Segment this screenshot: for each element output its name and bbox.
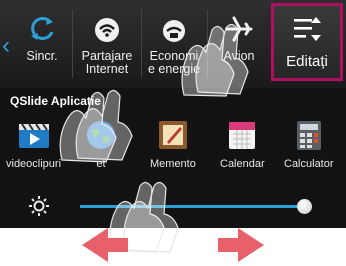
calendar-icon — [225, 118, 259, 152]
swipe-arrows-icon — [82, 228, 264, 262]
power-saver-icon — [159, 4, 189, 44]
edit-label: Editați — [286, 53, 328, 70]
airplane-mode-toggle[interactable]: Avion — [208, 4, 270, 82]
calculator-icon — [292, 118, 326, 152]
qslide-apps-row: videoclipuri et Memento Calendar Calcula… — [0, 112, 346, 186]
qslide-app-label: Calendar — [220, 158, 265, 170]
qslide-app-label: Calculator — [284, 158, 334, 170]
power-saver-label: Economi e energie — [148, 50, 200, 76]
sync-label: Sincr. — [26, 49, 58, 63]
hotspot-toggle[interactable]: Partajare Internet — [74, 4, 140, 82]
qslide-section-title: QSlide Aplicație — [10, 94, 101, 108]
qslide-app-label: Memento — [150, 158, 196, 170]
brightness-sun-icon — [28, 195, 50, 222]
wifi-hotspot-icon — [93, 4, 121, 44]
qslide-app-calculator[interactable]: Calculator — [284, 118, 334, 170]
power-saver-label-line2: e energie — [147, 62, 201, 76]
airplane-icon — [224, 4, 254, 44]
sync-icon — [27, 4, 57, 44]
brightness-slider-track[interactable] — [80, 205, 306, 208]
memo-icon — [156, 118, 190, 152]
brightness-control — [0, 190, 346, 224]
qslide-app-label: et — [96, 158, 106, 170]
notification-panel: ‹ Sincr. Partajare Internet Economi e en… — [0, 0, 346, 228]
qslide-app-video[interactable]: videoclipuri — [6, 118, 61, 170]
divider — [72, 10, 73, 78]
airplane-label: Avion — [223, 49, 255, 63]
quick-settings-row: ‹ Sincr. Partajare Internet Economi e en… — [0, 0, 346, 88]
hotspot-label: Partajare Internet — [82, 50, 133, 76]
edit-quick-settings-button[interactable]: Editați — [271, 3, 343, 81]
video-player-icon — [17, 118, 51, 152]
hotspot-label-line2: Internet — [85, 62, 129, 76]
scroll-left-chevron-icon[interactable]: ‹ — [2, 32, 10, 60]
brightness-slider-thumb[interactable] — [297, 199, 313, 214]
qslide-app-memo[interactable]: Memento — [150, 118, 196, 170]
edit-list-icon — [292, 16, 322, 47]
qslide-app-label: videoclipuri — [6, 158, 62, 170]
power-saver-toggle[interactable]: Economi e energie — [142, 4, 206, 82]
sync-toggle[interactable]: Sincr. — [14, 4, 70, 82]
browser-globe-icon — [84, 118, 118, 152]
qslide-app-calendar[interactable]: Calendar — [220, 118, 265, 170]
qslide-app-browser[interactable]: et — [84, 118, 118, 170]
